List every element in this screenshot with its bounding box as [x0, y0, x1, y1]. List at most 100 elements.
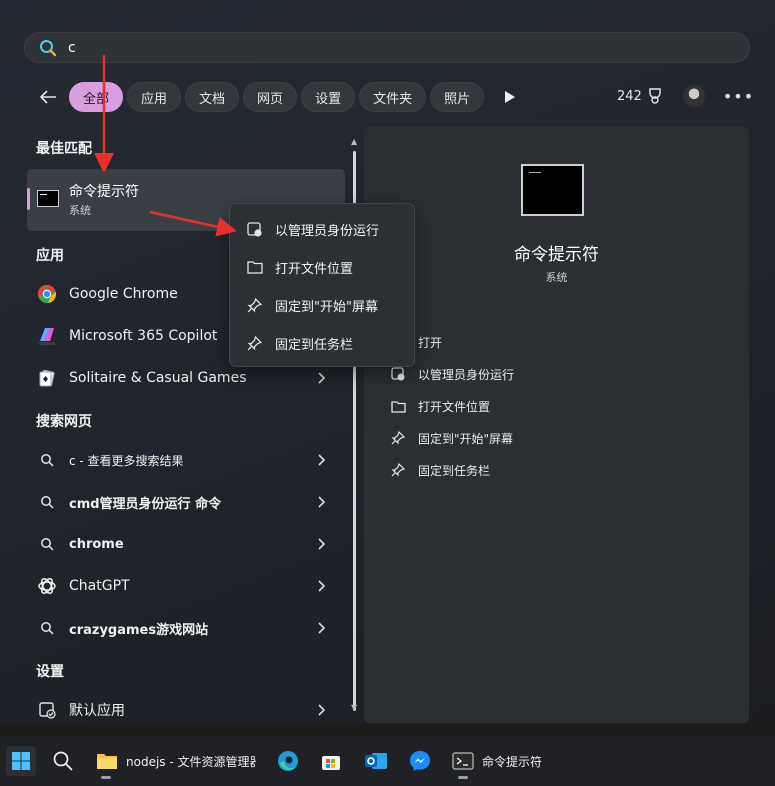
taskbar-app-label: nodejs - 文件资源管理器	[126, 754, 256, 769]
windows-logo-icon	[12, 752, 30, 770]
search-icon	[36, 617, 58, 639]
more-options-icon[interactable]: •••	[723, 87, 754, 106]
detail-action-label: 以管理员身份运行	[418, 367, 515, 382]
detail-pane: 命令提示符 系统 打开 以管理员身份运行 打开文件位置 固定到"开始"屏幕 固定…	[364, 127, 749, 723]
detail-action-pin-start[interactable]: 固定到"开始"屏幕	[390, 426, 513, 450]
detail-action-label: 打开文件位置	[418, 399, 491, 414]
pin-icon	[390, 430, 406, 446]
detail-action-pin-taskbar[interactable]: 固定到任务栏	[390, 458, 490, 482]
start-search-panel: 全部 应用 文档 网页 设置 文件夹 照片 242 ••• 最佳匹配 命令提示符…	[0, 0, 775, 724]
menu-item-label: 以管理员身份运行	[275, 223, 380, 239]
chevron-right-icon[interactable]	[316, 371, 326, 385]
web-item-label: ChatGPT	[69, 578, 130, 594]
chevron-right-icon[interactable]	[316, 495, 326, 509]
running-indicator	[458, 776, 468, 779]
folder-icon	[246, 259, 263, 276]
terminal-icon	[452, 752, 474, 770]
solitaire-cards-icon	[36, 367, 58, 389]
chip-photos[interactable]: 照片	[430, 82, 485, 112]
web-item-chrome[interactable]: chrome	[36, 524, 336, 564]
menu-item-open-location[interactable]: 打开文件位置	[246, 254, 353, 280]
filter-bar: 全部 应用 文档 网页 设置 文件夹 照片	[36, 81, 516, 113]
chevron-right-icon[interactable]	[316, 621, 326, 635]
search-icon	[53, 751, 73, 771]
menu-item-run-as-admin[interactable]: 以管理员身份运行	[246, 216, 379, 242]
taskbar-edge[interactable]	[276, 746, 300, 776]
start-button[interactable]	[6, 746, 36, 776]
pin-icon	[246, 297, 263, 314]
best-match-subtitle: 系统	[69, 204, 91, 217]
chevron-right-icon[interactable]	[316, 537, 326, 551]
running-indicator	[101, 776, 111, 779]
rewards-points: 242	[617, 88, 642, 104]
header-tools: 242 •••	[617, 85, 754, 107]
chevron-right-icon[interactable]	[316, 453, 326, 467]
chip-all[interactable]: 全部	[69, 82, 124, 112]
shield-icon	[246, 221, 263, 238]
folder-icon	[390, 398, 406, 414]
user-avatar[interactable]	[682, 85, 705, 107]
app-item-label: Google Chrome	[69, 286, 178, 302]
settings-item-default-apps[interactable]: 默认应用	[36, 690, 336, 730]
shield-icon	[390, 366, 406, 382]
taskbar-search-button[interactable]	[52, 746, 74, 776]
chip-web[interactable]: 网页	[243, 82, 298, 112]
app-item-label: Solitaire & Casual Games	[69, 370, 247, 386]
chip-folders[interactable]: 文件夹	[359, 82, 427, 112]
web-item-label: chrome	[69, 536, 124, 552]
search-icon	[36, 533, 58, 555]
menu-item-pin-start[interactable]: 固定到"开始"屏幕	[246, 292, 378, 318]
pin-icon	[390, 462, 406, 478]
folder-icon	[97, 754, 117, 769]
default-apps-icon	[36, 699, 58, 721]
search-icon	[36, 491, 58, 513]
search-icon	[36, 449, 58, 471]
detail-action-label: 打开	[418, 335, 443, 350]
more-filters-play-icon[interactable]	[504, 90, 516, 104]
best-match-title: 命令提示符	[69, 184, 139, 200]
chevron-right-icon[interactable]	[316, 703, 326, 717]
back-arrow-icon	[39, 90, 56, 104]
search-icon	[40, 39, 57, 56]
web-item-label: crazygames游戏网站	[69, 622, 209, 638]
menu-item-label: 打开文件位置	[275, 261, 354, 277]
menu-item-pin-taskbar[interactable]: 固定到任务栏	[246, 330, 353, 356]
taskbar-messenger[interactable]	[408, 746, 432, 776]
chip-apps[interactable]: 应用	[127, 82, 182, 112]
rewards-trophy-icon[interactable]	[647, 87, 663, 105]
chevron-right-icon[interactable]	[316, 579, 326, 593]
settings-heading: 设置	[36, 664, 64, 680]
command-prompt-icon	[37, 190, 59, 207]
detail-action-label: 固定到任务栏	[418, 463, 491, 478]
scroll-down-icon[interactable]: ▼	[351, 703, 357, 712]
web-item-cmd-admin[interactable]: cmd管理员身份运行 命令	[36, 482, 336, 522]
app-item-label: Microsoft 365 Copilot	[69, 328, 218, 344]
messenger-icon	[410, 751, 430, 771]
best-match-heading: 最佳匹配	[36, 141, 92, 157]
microsoft-store-icon	[322, 756, 340, 770]
selection-indicator	[27, 188, 30, 210]
web-item-label: cmd管理员身份运行 命令	[69, 496, 222, 512]
chrome-icon	[36, 283, 58, 305]
taskbar-store[interactable]	[320, 746, 342, 776]
web-item-crazygames[interactable]: crazygames游戏网站	[36, 608, 336, 648]
chatgpt-logo-icon	[36, 575, 58, 597]
pin-icon	[246, 335, 263, 352]
menu-item-label: 固定到"开始"屏幕	[275, 299, 378, 315]
chip-documents[interactable]: 文档	[185, 82, 240, 112]
back-button[interactable]	[36, 85, 60, 109]
web-item-label: c - 查看更多搜索结果	[69, 453, 184, 468]
detail-action-label: 固定到"开始"屏幕	[418, 431, 514, 446]
taskbar-outlook[interactable]	[364, 746, 388, 776]
taskbar-command-prompt[interactable]: 命令提示符	[452, 746, 542, 776]
search-box[interactable]	[24, 32, 750, 63]
settings-item-label: 默认应用	[69, 703, 125, 719]
web-item-chatgpt[interactable]: ChatGPT	[36, 566, 336, 606]
taskbar-file-explorer[interactable]: nodejs - 文件资源管理器	[96, 746, 256, 776]
search-input[interactable]	[68, 39, 668, 56]
detail-action-open-location[interactable]: 打开文件位置	[390, 394, 490, 418]
web-item-more-results[interactable]: c - 查看更多搜索结果	[36, 440, 336, 480]
chip-settings[interactable]: 设置	[301, 82, 356, 112]
outlook-icon	[365, 753, 387, 769]
scroll-up-icon[interactable]: ▲	[351, 137, 357, 146]
